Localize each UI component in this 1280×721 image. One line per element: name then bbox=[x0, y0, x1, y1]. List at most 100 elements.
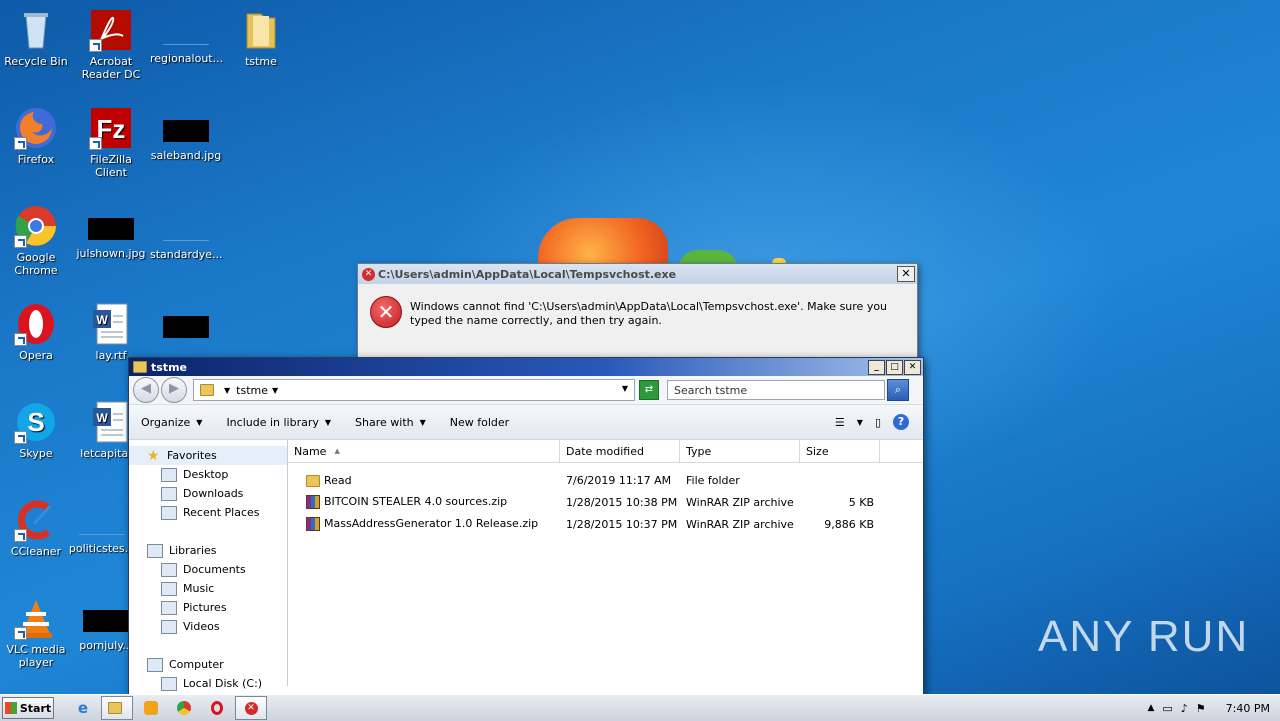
search-input[interactable]: Search tstme bbox=[667, 380, 885, 400]
desktop-icon-unnamed[interactable] bbox=[150, 302, 222, 345]
help-icon[interactable]: ? bbox=[893, 414, 909, 430]
desktop-icon-julshown[interactable]: julshown.jpg bbox=[75, 204, 147, 260]
nav-documents[interactable]: Documents bbox=[129, 560, 287, 579]
start-button[interactable]: Start bbox=[2, 697, 54, 719]
nav-favorites[interactable]: ★ Favorites bbox=[129, 446, 287, 465]
nav-pictures[interactable]: Pictures bbox=[129, 598, 287, 617]
anyrun-watermark: ANY RUN bbox=[1038, 612, 1250, 661]
explorer-window: tstme _ □ ✕ ◀ ▶ ▼ tstme ▼ ▼ ⇄ Search tst… bbox=[128, 357, 924, 699]
organize-button[interactable]: Organize ▼ bbox=[129, 416, 214, 429]
nav-computer[interactable]: Computer bbox=[129, 655, 287, 674]
maximize-button[interactable]: □ bbox=[886, 360, 903, 375]
firefox-icon bbox=[14, 106, 58, 150]
desktop-icon-regionalout[interactable]: regionalout... bbox=[150, 8, 223, 65]
clock[interactable]: 7:40 PM bbox=[1226, 702, 1270, 715]
nav-videos[interactable]: Videos bbox=[129, 617, 287, 636]
action-center-icon[interactable]: ⚑ bbox=[1196, 702, 1206, 715]
forward-button[interactable]: ▶ bbox=[161, 377, 187, 403]
address-dropdown-icon[interactable]: ▼ bbox=[622, 384, 628, 393]
taskbar-error[interactable]: ✕ bbox=[235, 696, 267, 720]
folder-icon bbox=[133, 361, 147, 373]
address-bar[interactable]: ▼ tstme ▼ ▼ bbox=[193, 379, 635, 401]
table-row[interactable]: MassAddressGenerator 1.0 Release.zip 1/2… bbox=[288, 513, 923, 535]
column-size[interactable]: Size bbox=[800, 440, 880, 462]
nav-label: Pictures bbox=[183, 601, 227, 614]
desktop-icon-ccleaner[interactable]: CCleaner bbox=[0, 498, 72, 558]
close-button[interactable]: ✕ bbox=[904, 360, 921, 375]
explorer-title-bar[interactable]: tstme bbox=[129, 358, 923, 376]
desktop-icon-skype[interactable]: S Skype bbox=[0, 400, 72, 460]
libraries-icon bbox=[147, 543, 163, 558]
nav-libraries[interactable]: Libraries bbox=[129, 541, 287, 560]
dialog-close-button[interactable]: ✕ bbox=[897, 266, 915, 282]
nav-recent-places[interactable]: Recent Places bbox=[129, 503, 287, 522]
nav-desktop[interactable]: Desktop bbox=[129, 465, 287, 484]
share-with-button[interactable]: Share with ▼ bbox=[343, 416, 438, 429]
desktop-icon-standardye[interactable]: standardye... bbox=[150, 204, 223, 261]
opera-icon bbox=[14, 302, 58, 346]
breadcrumb-arrow-icon[interactable]: ▼ bbox=[272, 386, 278, 395]
taskbar-opera[interactable] bbox=[202, 697, 232, 719]
table-row[interactable]: Read 7/6/2019 11:17 AM File folder bbox=[288, 469, 923, 491]
new-folder-label: New folder bbox=[449, 415, 510, 429]
desktop-icon-saleband[interactable]: saleband.jpg bbox=[150, 106, 222, 162]
desktop-icon-label: Skype bbox=[19, 447, 53, 460]
desktop-icon-label: Firefox bbox=[17, 153, 55, 166]
recent-places-icon bbox=[161, 505, 177, 520]
file-date: 1/28/2015 10:37 PM bbox=[566, 517, 678, 531]
desktop-icon-firefox[interactable]: Firefox bbox=[0, 106, 72, 166]
taskbar-ie[interactable]: e bbox=[68, 697, 98, 719]
nav-label: Music bbox=[183, 582, 215, 595]
error-icon: ✕ bbox=[362, 267, 375, 281]
nav-label: Documents bbox=[183, 563, 246, 576]
table-row[interactable]: BITCOIN STEALER 4.0 sources.zip 1/28/201… bbox=[288, 491, 923, 513]
desktop-icon-tstme[interactable]: tstme bbox=[225, 8, 297, 68]
dialog-title-bar[interactable]: ✕ C:\Users\admin\AppData\Local\Tempsvcho… bbox=[358, 264, 917, 284]
desktop-icon-label: tstme bbox=[245, 55, 277, 68]
desktop-icon-lay-rtf[interactable]: W lay.rtf bbox=[75, 302, 147, 362]
desktop-icon-chrome[interactable]: Google Chrome bbox=[0, 204, 72, 277]
tray-expand-icon[interactable]: ▲ bbox=[1147, 703, 1154, 713]
taskbar-explorer[interactable] bbox=[101, 696, 133, 720]
nav-label: Downloads bbox=[183, 487, 244, 500]
svg-text:W: W bbox=[96, 411, 108, 425]
desktop-icon-opera[interactable]: Opera bbox=[0, 302, 72, 362]
desktop-icon-vlc[interactable]: VLC media player bbox=[0, 596, 72, 669]
column-date[interactable]: Date modified bbox=[560, 440, 680, 462]
system-tray: ▲ ▭ ♪ ⚑ 7:40 PM bbox=[1137, 697, 1280, 719]
breadcrumb[interactable]: tstme bbox=[236, 384, 268, 397]
new-folder-button[interactable]: New folder bbox=[438, 416, 521, 429]
opera-icon bbox=[211, 701, 223, 715]
column-name[interactable]: Name ▲ bbox=[288, 440, 560, 462]
svg-text:S: S bbox=[27, 407, 44, 437]
nav-local-disk[interactable]: Local Disk (C:) bbox=[129, 674, 287, 693]
view-options-icon[interactable]: ☰ bbox=[835, 416, 845, 429]
pictures-icon bbox=[161, 600, 177, 615]
taskbar-chrome[interactable] bbox=[169, 697, 199, 719]
downloads-icon bbox=[161, 486, 177, 501]
column-type[interactable]: Type bbox=[680, 440, 800, 462]
desktop-icon-filezilla[interactable]: Fz FileZilla Client bbox=[75, 106, 147, 179]
chevron-down-icon[interactable]: ▼ bbox=[857, 418, 863, 427]
network-icon[interactable]: ▭ bbox=[1162, 702, 1172, 715]
volume-icon[interactable]: ♪ bbox=[1181, 702, 1188, 715]
desktop-icon-recycle-bin[interactable]: Recycle Bin bbox=[0, 8, 72, 68]
desktop-icon bbox=[161, 467, 177, 482]
file-name-cell: MassAddressGenerator 1.0 Release.zip bbox=[288, 517, 560, 531]
taskbar-media-player[interactable] bbox=[136, 697, 166, 719]
preview-pane-icon[interactable]: ▯ bbox=[875, 416, 881, 429]
file-thumbnail bbox=[79, 512, 125, 535]
include-in-library-button[interactable]: Include in library ▼ bbox=[214, 416, 343, 429]
minimize-button[interactable]: _ bbox=[868, 360, 885, 375]
window-controls: _ □ ✕ bbox=[868, 360, 921, 375]
nav-downloads[interactable]: Downloads bbox=[129, 484, 287, 503]
refresh-icon[interactable]: ⇄ bbox=[639, 380, 659, 400]
breadcrumb-arrow-icon[interactable]: ▼ bbox=[224, 386, 230, 395]
nav-music[interactable]: Music bbox=[129, 579, 287, 598]
desktop-icon-acrobat[interactable]: Acrobat Reader DC bbox=[75, 8, 147, 81]
search-icon[interactable]: ⌕ bbox=[887, 379, 909, 401]
file-type: File folder bbox=[686, 473, 740, 487]
music-icon bbox=[161, 581, 177, 596]
back-button[interactable]: ◀ bbox=[133, 377, 159, 403]
acrobat-icon bbox=[89, 8, 133, 52]
